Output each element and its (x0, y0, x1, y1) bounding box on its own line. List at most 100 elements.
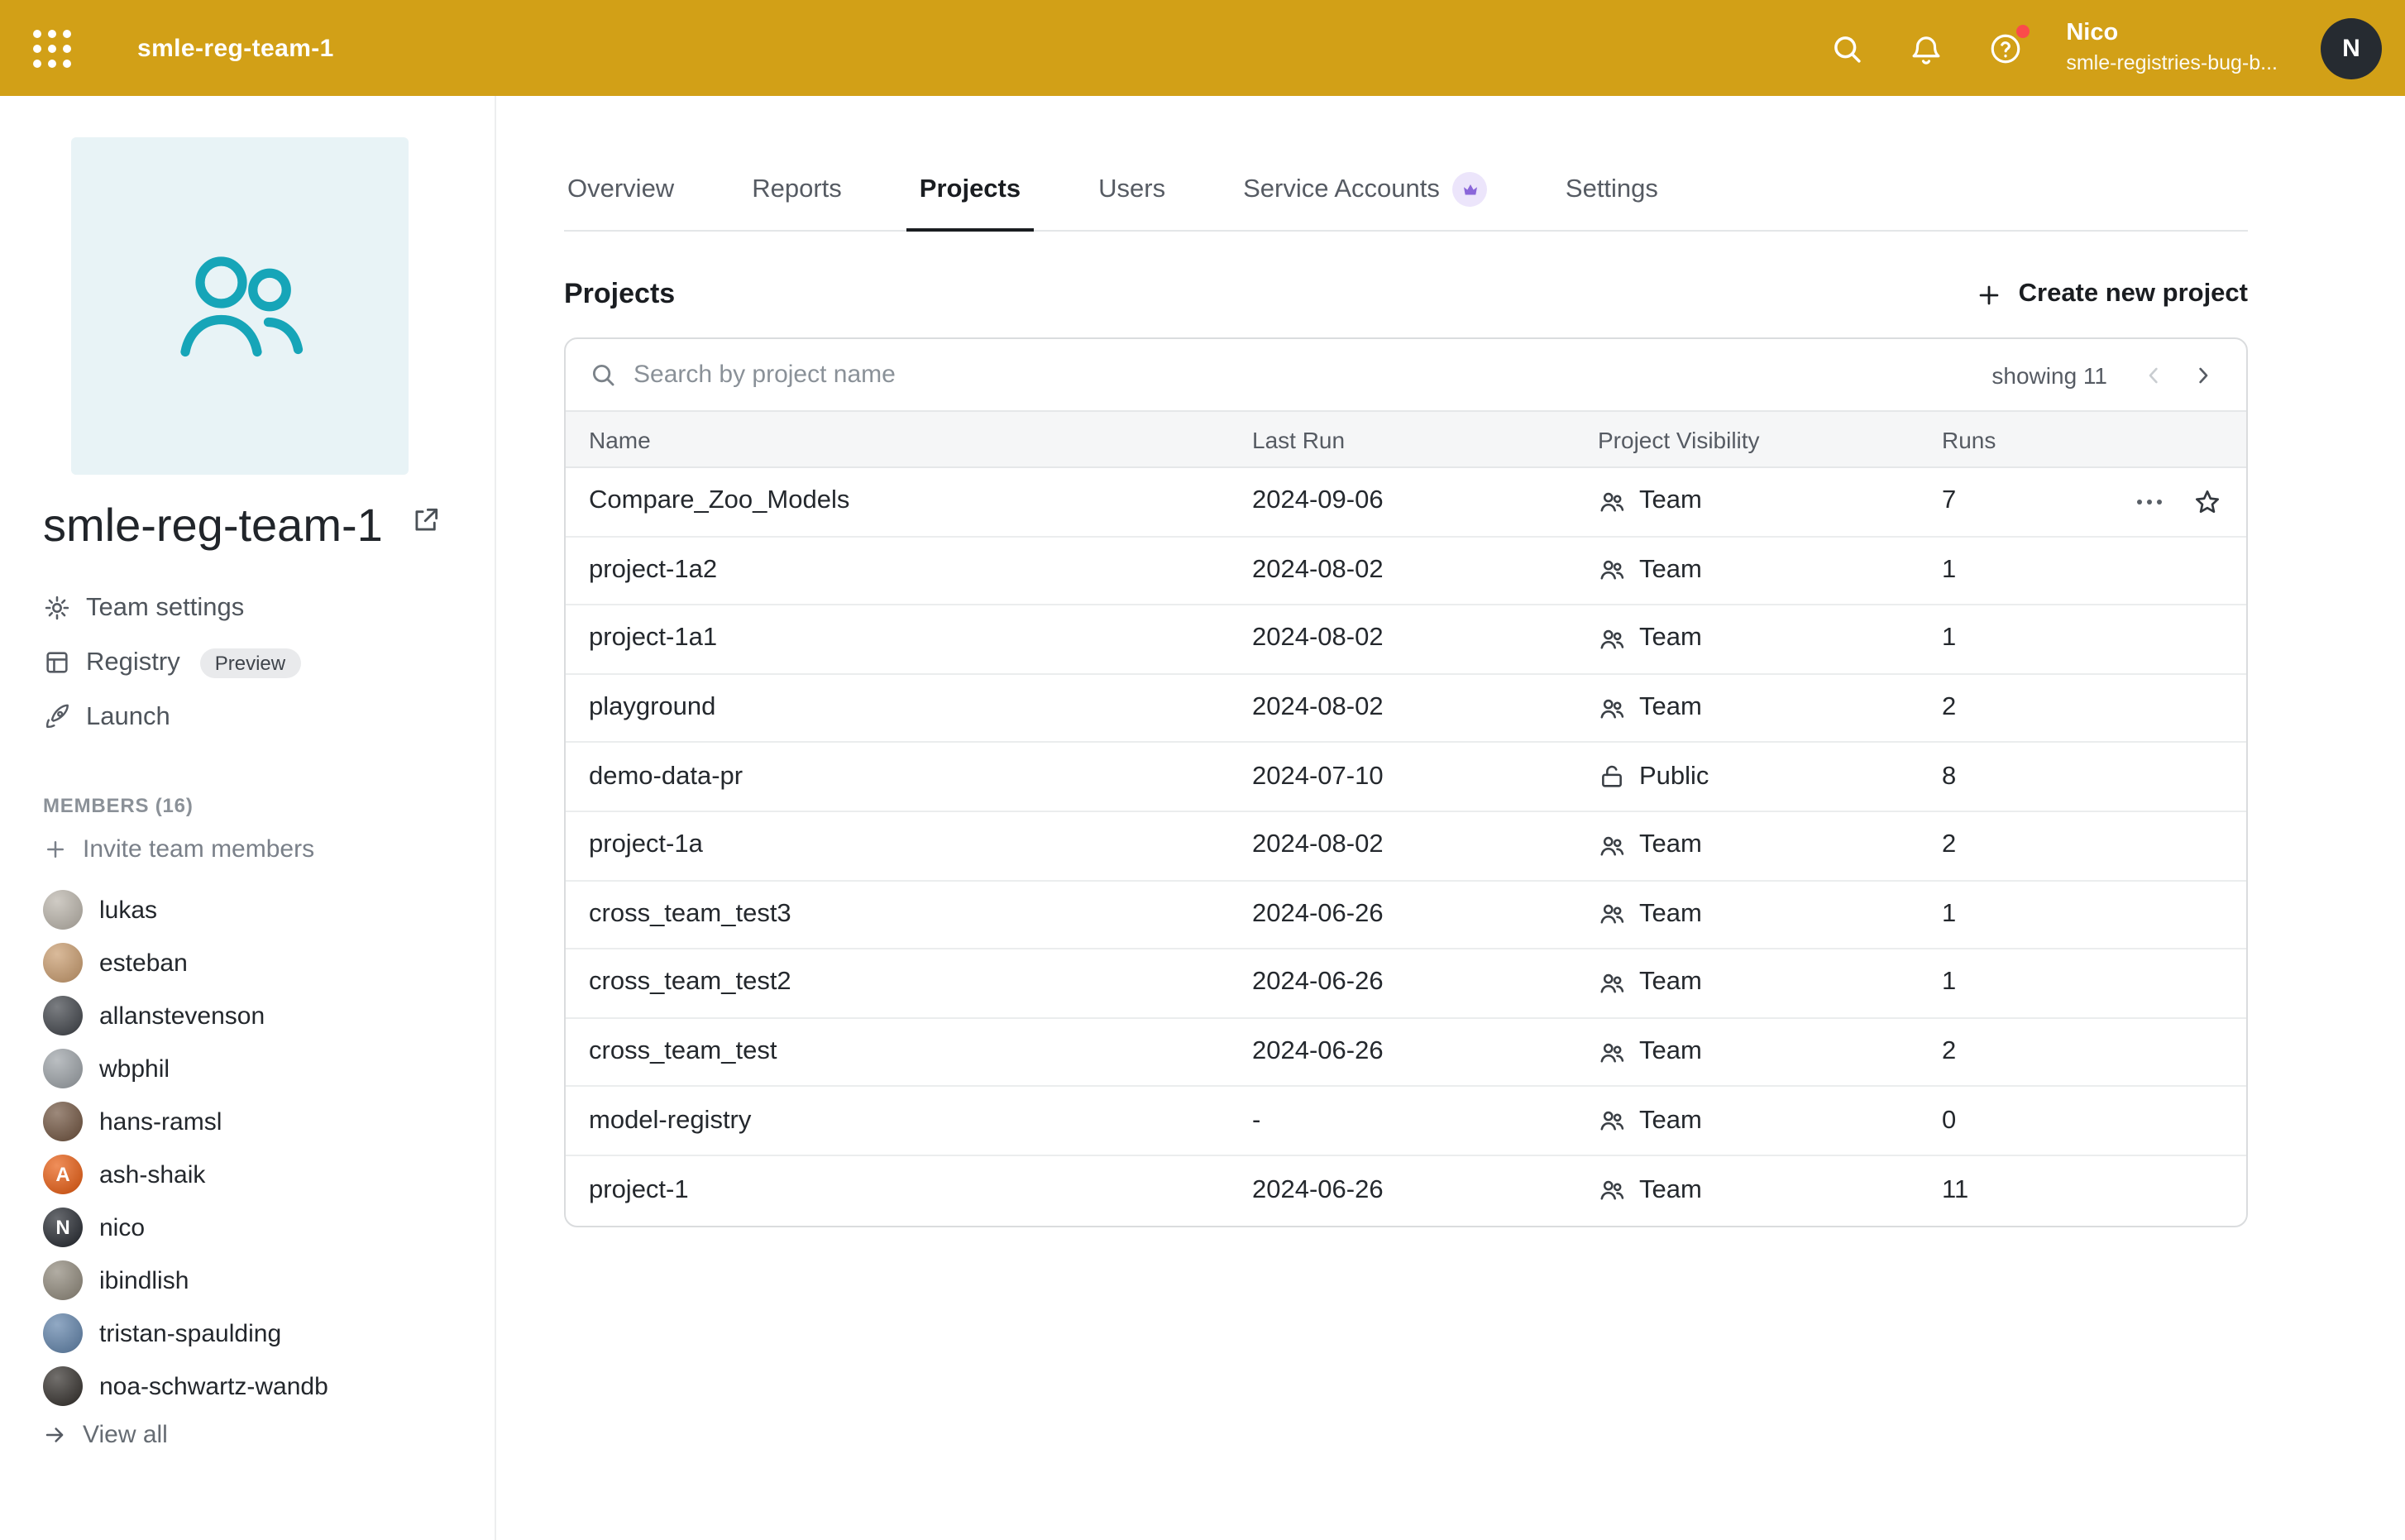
project-name-link[interactable]: cross_team_test (589, 1037, 1252, 1067)
member-name: noa-schwartz-wandb (99, 1373, 328, 1401)
project-name-link[interactable]: project-1 (589, 1175, 1252, 1205)
tab-label: Overview (567, 175, 674, 204)
table-row[interactable]: project-1a 2024-08-02 Team 2 (566, 812, 2246, 881)
tab-users[interactable]: Users (1095, 155, 1169, 230)
table-row[interactable]: project-1a1 2024-08-02 Team 1 (566, 605, 2246, 674)
member-row[interactable]: wbphil (43, 1043, 495, 1096)
table-row[interactable]: cross_team_test2 2024-06-26 Team 1 (566, 949, 2246, 1018)
team-avatar (71, 137, 409, 475)
visibility-cell: Team (1598, 624, 1942, 654)
user-avatar[interactable]: N (2321, 17, 2382, 79)
last-run-cell: 2024-06-26 (1252, 968, 1598, 998)
member-row[interactable]: noa-schwartz-wandb (43, 1361, 495, 1413)
table-row[interactable]: demo-data-pr 2024-07-10 Public 8 (566, 744, 2246, 812)
project-name-link[interactable]: cross_team_test2 (589, 968, 1252, 998)
team-icon (1598, 1107, 1626, 1135)
member-row[interactable]: ibindlish (43, 1255, 495, 1308)
table-row[interactable]: Compare_Zoo_Models 2024-09-06 Team 7 (566, 468, 2246, 537)
tab-reports[interactable]: Reports (748, 155, 845, 230)
apps-grid-icon[interactable] (33, 29, 71, 67)
table-row[interactable]: project-1a2 2024-08-02 Team 1 (566, 537, 2246, 605)
bell-icon[interactable] (1907, 30, 1944, 66)
search-bar: showing 11 (566, 339, 2246, 410)
sidebar-item-label: Team settings (86, 594, 244, 624)
member-name: esteban (99, 949, 188, 978)
tab-overview[interactable]: Overview (564, 155, 677, 230)
registry-icon (43, 649, 71, 677)
tab-service-accounts[interactable]: Service Accounts (1240, 155, 1491, 230)
last-run-cell: 2024-06-26 (1252, 1037, 1598, 1067)
visibility-cell: Team (1598, 968, 1942, 998)
sidebar-item-registry[interactable]: Registry Preview (43, 636, 495, 691)
plus-icon (43, 838, 68, 863)
table-row[interactable]: playground 2024-08-02 Team 2 (566, 675, 2246, 744)
project-name-link[interactable]: model-registry (589, 1106, 1252, 1136)
create-new-project-button[interactable]: Create new project (1976, 280, 2248, 309)
member-row[interactable]: A ash-shaik (43, 1149, 495, 1202)
visibility-cell: Team (1598, 1175, 1942, 1205)
table-row[interactable]: model-registry - Team 0 (566, 1088, 2246, 1156)
team-icon (1598, 557, 1626, 585)
plus-icon (1976, 280, 2004, 308)
project-name-link[interactable]: cross_team_test3 (589, 900, 1252, 930)
share-icon[interactable] (410, 505, 442, 545)
last-run-cell: 2024-08-02 (1252, 831, 1598, 861)
runs-cell: 11 (1942, 1175, 2124, 1205)
project-name-link[interactable]: Compare_Zoo_Models (589, 487, 1252, 517)
runs-cell: 1 (1942, 968, 2124, 998)
chevron-right-icon[interactable] (2187, 358, 2220, 391)
visibility-cell: Team (1598, 487, 1942, 517)
member-row[interactable]: lukas (43, 884, 495, 937)
project-search-input[interactable] (634, 361, 1975, 389)
last-run-cell: 2024-06-26 (1252, 1175, 1598, 1205)
sidebar-item-team-settings[interactable]: Team settings (43, 581, 495, 636)
project-name-link[interactable]: project-1a1 (589, 624, 1252, 654)
runs-cell: 1 (1942, 900, 2124, 930)
last-run-cell: - (1252, 1106, 1598, 1136)
sidebar-item-label: Launch (86, 703, 170, 733)
search-icon[interactable] (1828, 30, 1864, 66)
member-name: lukas (99, 897, 157, 925)
table-row[interactable]: project-1 2024-06-26 Team 11 (566, 1156, 2246, 1225)
member-row[interactable]: tristan-spaulding (43, 1308, 495, 1361)
last-run-cell: 2024-08-02 (1252, 693, 1598, 723)
project-name-link[interactable]: project-1a (589, 831, 1252, 861)
star-icon[interactable] (2192, 486, 2223, 518)
tab-label: Projects (920, 175, 1021, 204)
table-row[interactable]: cross_team_test 2024-06-26 Team 2 (566, 1019, 2246, 1088)
tab-label: Settings (1566, 175, 1658, 204)
table-row[interactable]: cross_team_test3 2024-06-26 Team 1 (566, 881, 2246, 949)
visibility-label: Team (1639, 900, 1702, 930)
member-row[interactable]: hans-ramsl (43, 1096, 495, 1149)
member-avatar: N (43, 1208, 83, 1248)
visibility-label: Team (1639, 693, 1702, 723)
project-name-link[interactable]: playground (589, 693, 1252, 723)
member-row[interactable]: esteban (43, 937, 495, 990)
tab-settings[interactable]: Settings (1562, 155, 1662, 230)
runs-cell: 1 (1942, 556, 2124, 586)
view-all-link[interactable]: View all (43, 1422, 495, 1450)
chevron-left-icon[interactable] (2137, 358, 2170, 391)
column-header-last-run: Last Run (1252, 426, 1598, 452)
tab-projects[interactable]: Projects (916, 155, 1024, 230)
visibility-label: Team (1639, 556, 1702, 586)
gear-icon (43, 595, 71, 623)
last-run-cell: 2024-09-06 (1252, 487, 1598, 517)
last-run-cell: 2024-08-02 (1252, 556, 1598, 586)
member-row[interactable]: allanstevenson (43, 990, 495, 1043)
sidebar-item-launch[interactable]: Launch (43, 691, 495, 745)
project-name-link[interactable]: demo-data-pr (589, 762, 1252, 792)
sidebar-item-label: Registry (86, 648, 180, 678)
project-name-link[interactable]: project-1a2 (589, 556, 1252, 586)
last-run-cell: 2024-06-26 (1252, 900, 1598, 930)
overflow-menu-icon[interactable] (2137, 492, 2162, 511)
invite-team-members-button[interactable]: Invite team members (43, 836, 495, 864)
visibility-label: Team (1639, 831, 1702, 861)
member-row[interactable]: N nico (43, 1202, 495, 1255)
help-icon[interactable] (1987, 30, 2023, 66)
runs-cell: 0 (1942, 1106, 2124, 1136)
create-button-label: Create new project (2019, 280, 2248, 309)
team-icon (1598, 625, 1626, 653)
user-menu[interactable]: Nico smle-registries-bug-b... (2066, 18, 2278, 79)
member-name: allanstevenson (99, 1002, 265, 1031)
